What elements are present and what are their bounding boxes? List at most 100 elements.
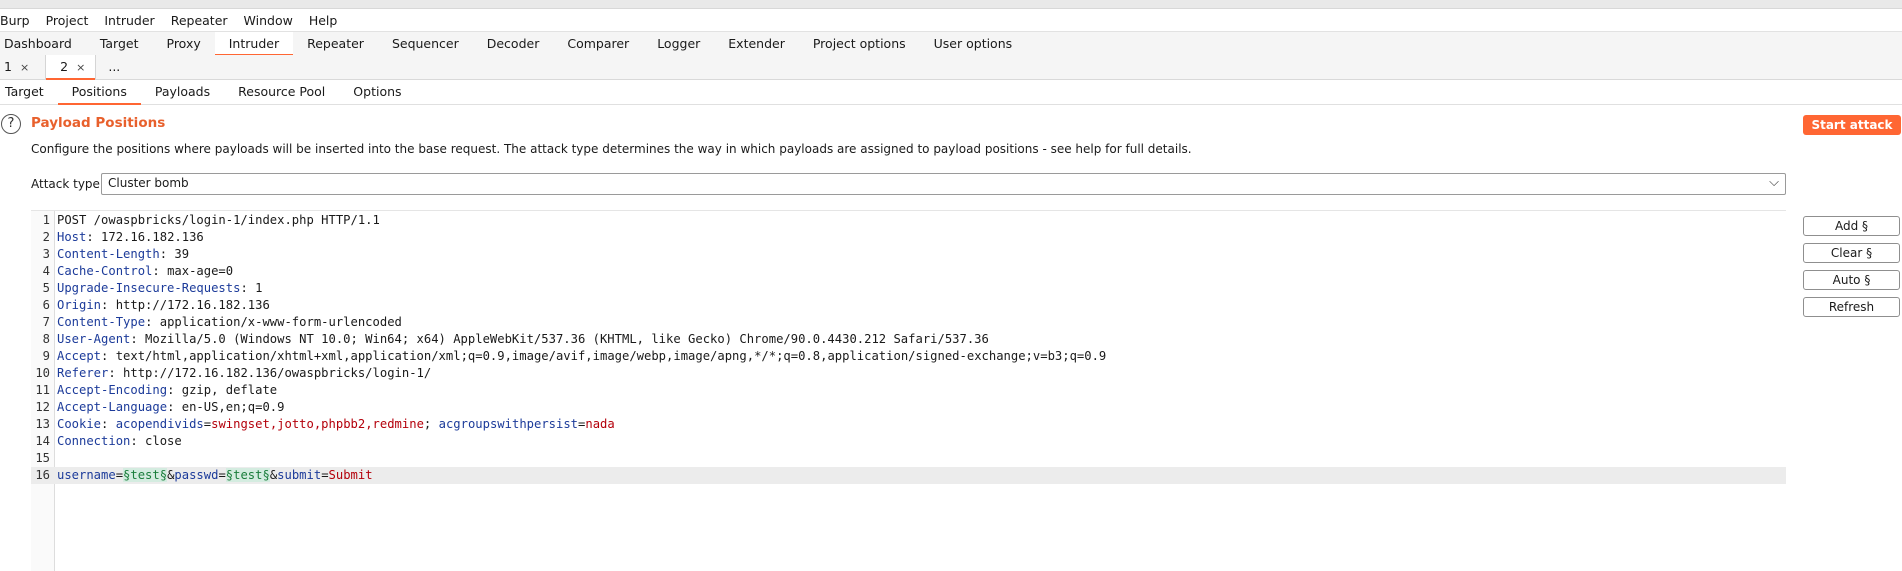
line-number: 12 bbox=[35, 400, 50, 414]
clear-markers-button[interactable]: Clear § bbox=[1803, 243, 1900, 263]
param-value: Submit bbox=[328, 468, 373, 482]
attack-type-value: Cluster bomb bbox=[108, 176, 189, 190]
subtab-target[interactable]: Target bbox=[0, 80, 58, 104]
header-name: Referer bbox=[57, 366, 109, 380]
request-line: 7 Content-Type: application/x-www-form-ur… bbox=[31, 314, 1786, 331]
line-content: Accept-Language: en-US,en;q=0.9 bbox=[57, 399, 284, 416]
attack-tab-bar: 1 × 2 ×... bbox=[0, 55, 1902, 80]
request-line: 2 Host: 172.16.182.136 bbox=[31, 229, 1786, 246]
start-attack-button[interactable]: Start attack bbox=[1803, 115, 1901, 135]
header-name: Accept-Encoding bbox=[57, 383, 168, 397]
request-line: 14 Connection: close bbox=[31, 433, 1786, 450]
header-value: : Mozilla/5.0 (Windows NT 10.0; Win64; x… bbox=[130, 332, 989, 346]
tab-comparer[interactable]: Comparer bbox=[553, 32, 643, 55]
header-value: ; bbox=[423, 417, 439, 431]
subtab-payloads[interactable]: Payloads bbox=[141, 80, 224, 104]
attack-tab-label: 1 bbox=[4, 59, 12, 74]
attack-tab-1[interactable]: 1 × bbox=[0, 55, 47, 79]
tab-user-options[interactable]: User options bbox=[920, 32, 1027, 55]
attack-tab-more[interactable]: ... bbox=[96, 55, 132, 79]
menu-window[interactable]: Window bbox=[236, 13, 301, 28]
line-number: 2 bbox=[42, 230, 50, 244]
request-line: 12 Accept-Language: en-US,en;q=0.9 bbox=[31, 399, 1786, 416]
subtab-options[interactable]: Options bbox=[339, 80, 415, 104]
close-icon[interactable]: × bbox=[76, 61, 85, 74]
request-line: 15 bbox=[31, 450, 1786, 467]
line-content: Cookie: acopendivids=swingset,jotto,phpb… bbox=[57, 416, 615, 433]
tab-project-options[interactable]: Project options bbox=[799, 32, 920, 55]
header-value: : gzip, deflate bbox=[167, 383, 278, 397]
tab-decoder[interactable]: Decoder bbox=[473, 32, 554, 55]
line-number: 13 bbox=[35, 417, 50, 431]
tab-sequencer[interactable]: Sequencer bbox=[378, 32, 473, 55]
tab-intruder[interactable]: Intruder bbox=[214, 32, 294, 56]
header-name: Cookie bbox=[57, 417, 102, 431]
request-editor[interactable]: 1 POST /owaspbricks/login-1/index.php HTT… bbox=[31, 210, 1786, 571]
request-line: 5 Upgrade-Insecure-Requests: 1 bbox=[31, 280, 1786, 297]
line-content: User-Agent: Mozilla/5.0 (Windows NT 10.0… bbox=[57, 331, 989, 348]
line-number: 5 bbox=[42, 281, 50, 295]
request-lines: 1 POST /owaspbricks/login-1/index.php HTT… bbox=[31, 212, 1786, 484]
line-content: Upgrade-Insecure-Requests: 1 bbox=[57, 280, 262, 297]
header-name: Host bbox=[57, 230, 87, 244]
header-value: : 1 bbox=[240, 281, 263, 295]
tab-repeater[interactable]: Repeater bbox=[293, 32, 378, 55]
request-line: 13 Cookie: acopendivids=swingset,jotto,ph… bbox=[31, 416, 1786, 433]
header-name: Accept-Language bbox=[57, 400, 168, 414]
close-icon[interactable]: × bbox=[20, 61, 29, 74]
header-value: : close bbox=[130, 434, 182, 448]
line-content: Accept: text/html,application/xhtml+xml,… bbox=[57, 348, 1106, 365]
help-icon[interactable]: ? bbox=[1, 114, 21, 134]
request-line: 1 POST /owaspbricks/login-1/index.php HTT… bbox=[31, 212, 1786, 229]
param-value: nada bbox=[585, 417, 615, 431]
line-content: Content-Type: application/x-www-form-url… bbox=[57, 314, 402, 331]
menu-burp[interactable]: Burp bbox=[0, 13, 38, 28]
menu-repeater[interactable]: Repeater bbox=[163, 13, 236, 28]
line-content: Origin: http://172.16.182.136 bbox=[57, 297, 270, 314]
payload-marker: §test§ bbox=[225, 468, 270, 482]
request-line: 9 Accept: text/html,application/xhtml+xml… bbox=[31, 348, 1786, 365]
line-content: Referer: http://172.16.182.136/owaspbric… bbox=[57, 365, 431, 382]
menu-bar: Burp Project Intruder Repeater Window Help bbox=[0, 10, 345, 30]
menu-intruder[interactable]: Intruder bbox=[96, 13, 162, 28]
refresh-button[interactable]: Refresh bbox=[1803, 297, 1900, 317]
line-number: 11 bbox=[35, 383, 50, 397]
menu-help[interactable]: Help bbox=[301, 13, 346, 28]
tab-logger[interactable]: Logger bbox=[643, 32, 714, 55]
header-name: Upgrade-Insecure-Requests bbox=[57, 281, 241, 295]
subtab-positions[interactable]: Positions bbox=[57, 80, 142, 105]
header-name: submit bbox=[277, 468, 322, 482]
header-value: = bbox=[321, 468, 329, 482]
attack-tab-2[interactable]: 2 × bbox=[46, 55, 97, 80]
request-line: 6 Origin: http://172.16.182.136 bbox=[31, 297, 1786, 314]
header-name: username bbox=[57, 468, 116, 482]
header-name: Origin bbox=[57, 298, 102, 312]
attack-tab-label: 2 bbox=[60, 59, 69, 74]
header-value: : text/html,application/xhtml+xml,applic… bbox=[101, 349, 1107, 363]
line-number: 15 bbox=[35, 451, 50, 465]
request-line: 11 Accept-Encoding: gzip, deflate bbox=[31, 382, 1786, 399]
line-number: 14 bbox=[35, 434, 50, 448]
attack-type-select[interactable]: Cluster bomb ⌵ bbox=[101, 173, 1786, 195]
header-value: : http://172.16.182.136/owaspbricks/logi… bbox=[108, 366, 432, 380]
tab-dashboard[interactable]: Dashboard bbox=[0, 32, 86, 55]
tab-proxy[interactable]: Proxy bbox=[153, 32, 215, 55]
line-content: POST /owaspbricks/login-1/index.php HTTP… bbox=[57, 212, 380, 229]
line-content: Host: 172.16.182.136 bbox=[57, 229, 204, 246]
add-marker-button[interactable]: Add § bbox=[1803, 216, 1900, 236]
line-content: Accept-Encoding: gzip, deflate bbox=[57, 382, 277, 399]
window-title-bar bbox=[0, 0, 1902, 9]
header-value: POST /owaspbricks/login-1/index.php HTTP… bbox=[57, 213, 380, 227]
tab-target[interactable]: Target bbox=[86, 32, 153, 55]
header-name: passwd bbox=[174, 468, 219, 482]
attack-type-label: Attack type: bbox=[31, 177, 104, 191]
tab-extender[interactable]: Extender bbox=[714, 32, 799, 55]
auto-markers-button[interactable]: Auto § bbox=[1803, 270, 1900, 290]
header-name: Connection bbox=[57, 434, 131, 448]
param-value: swingset,jotto,phpbb2,redmine bbox=[211, 417, 424, 431]
subtab-resource-pool[interactable]: Resource Pool bbox=[224, 80, 339, 104]
menu-project[interactable]: Project bbox=[38, 13, 97, 28]
header-value: = bbox=[218, 468, 226, 482]
main-tab-bar: Dashboard Target Proxy Intruder Repeater Sequ… bbox=[0, 31, 1902, 56]
line-number: 9 bbox=[42, 349, 50, 363]
